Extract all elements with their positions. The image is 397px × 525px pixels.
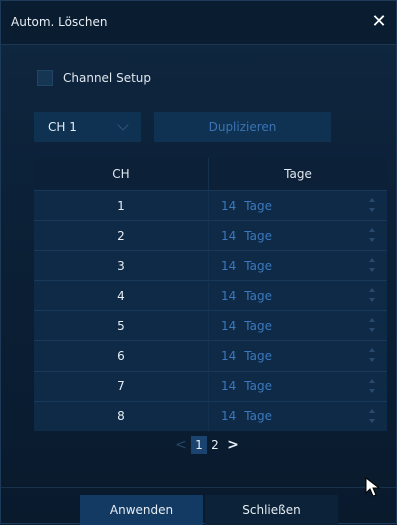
- stepper-arrows-icon[interactable]: [369, 377, 377, 397]
- channel-select[interactable]: CH 1: [34, 112, 141, 142]
- previous-page-icon[interactable]: <: [171, 437, 191, 453]
- retention-days-unit: Tage: [244, 258, 272, 273]
- retention-days-value: 14: [221, 258, 237, 273]
- auto-delete-dialog: Autom. Löschen ✕ Channel Setup CH 1 Dupl…: [0, 0, 397, 525]
- column-header-tage: Tage: [284, 167, 312, 181]
- table-row: 1 14 Tage: [34, 190, 387, 221]
- retention-days-value: 14: [221, 409, 237, 424]
- retention-days-stepper[interactable]: 14 Tage: [209, 220, 387, 251]
- column-header-ch: CH: [34, 158, 209, 190]
- retention-days-value: 14: [221, 379, 237, 394]
- retention-days-value: 14: [221, 318, 237, 333]
- mouse-cursor-icon: [365, 477, 381, 497]
- table-row: 2 14 Tage: [34, 220, 387, 251]
- retention-days-stepper[interactable]: 14 Tage: [209, 190, 387, 221]
- retention-days-value: 14: [221, 288, 237, 303]
- stepper-arrows-icon[interactable]: [369, 226, 377, 246]
- retention-days-value: 14: [221, 349, 237, 364]
- table-row: 7 14 Tage: [34, 370, 387, 401]
- channel-setup-option[interactable]: Channel Setup: [37, 69, 151, 87]
- stepper-arrows-icon[interactable]: [369, 256, 377, 276]
- stepper-arrows-icon[interactable]: [369, 286, 377, 306]
- retention-days-unit: Tage: [244, 198, 272, 213]
- chevron-down-icon: [117, 119, 129, 131]
- retention-days-unit: Tage: [244, 409, 272, 424]
- retention-days-stepper[interactable]: 14 Tage: [209, 310, 387, 341]
- stepper-arrows-icon[interactable]: [369, 196, 377, 216]
- footer-divider: [1, 487, 396, 488]
- table-row: 6 14 Tage: [34, 340, 387, 371]
- stepper-arrows-icon[interactable]: [369, 316, 377, 336]
- dialog-title: Autom. Löschen: [11, 15, 108, 29]
- channel-cell: 5: [34, 310, 209, 341]
- table-row: 3 14 Tage: [34, 250, 387, 281]
- channel-cell: 1: [34, 190, 209, 221]
- retention-days-unit: Tage: [244, 318, 272, 333]
- retention-days-unit: Tage: [244, 288, 272, 303]
- retention-days-value: 14: [221, 228, 237, 243]
- close-button[interactable]: Schließen: [205, 495, 338, 525]
- retention-table: CH Tage 1 14 Tage 2 14 Tage 3 14 Tage 4 14 Tage 5 14 T…: [34, 158, 387, 431]
- stepper-arrows-icon[interactable]: [369, 346, 377, 366]
- channel-cell: 4: [34, 280, 209, 311]
- channel-select-value: CH 1: [48, 120, 77, 134]
- retention-days-stepper[interactable]: 14 Tage: [209, 340, 387, 371]
- retention-days-stepper[interactable]: 14 Tage: [209, 280, 387, 311]
- channel-setup-checkbox[interactable]: [37, 70, 53, 86]
- page-1[interactable]: 1: [191, 436, 207, 454]
- channel-setup-label: Channel Setup: [63, 71, 152, 85]
- table-body: 1 14 Tage 2 14 Tage 3 14 Tage 4 14 Tage 5 14 Tage 6 14 Ta…: [34, 190, 387, 431]
- channel-cell: 2: [34, 220, 209, 251]
- close-icon[interactable]: ✕: [368, 11, 390, 33]
- retention-days-stepper[interactable]: 14 Tage: [209, 370, 387, 401]
- channel-cell: 6: [34, 340, 209, 371]
- duplicate-button[interactable]: Duplizieren: [154, 112, 331, 142]
- table-row: 8 14 Tage: [34, 400, 387, 431]
- retention-days-unit: Tage: [244, 349, 272, 364]
- title-bar: Autom. Löschen ✕: [1, 1, 396, 45]
- table-header: CH Tage: [34, 158, 387, 190]
- pagination: < 1 2 >: [171, 435, 243, 455]
- next-page-icon[interactable]: >: [223, 437, 243, 453]
- stepper-arrows-icon[interactable]: [369, 407, 377, 427]
- apply-button[interactable]: Anwenden: [80, 495, 203, 525]
- retention-days-stepper[interactable]: 14 Tage: [209, 400, 387, 431]
- channel-cell: 7: [34, 370, 209, 401]
- page-2[interactable]: 2: [207, 436, 223, 454]
- retention-days-unit: Tage: [244, 228, 272, 243]
- retention-days-value: 14: [221, 198, 237, 213]
- channel-cell: 8: [34, 400, 209, 431]
- retention-days-stepper[interactable]: 14 Tage: [209, 250, 387, 281]
- retention-days-unit: Tage: [244, 379, 272, 394]
- channel-cell: 3: [34, 250, 209, 281]
- table-row: 4 14 Tage: [34, 280, 387, 311]
- table-row: 5 14 Tage: [34, 310, 387, 341]
